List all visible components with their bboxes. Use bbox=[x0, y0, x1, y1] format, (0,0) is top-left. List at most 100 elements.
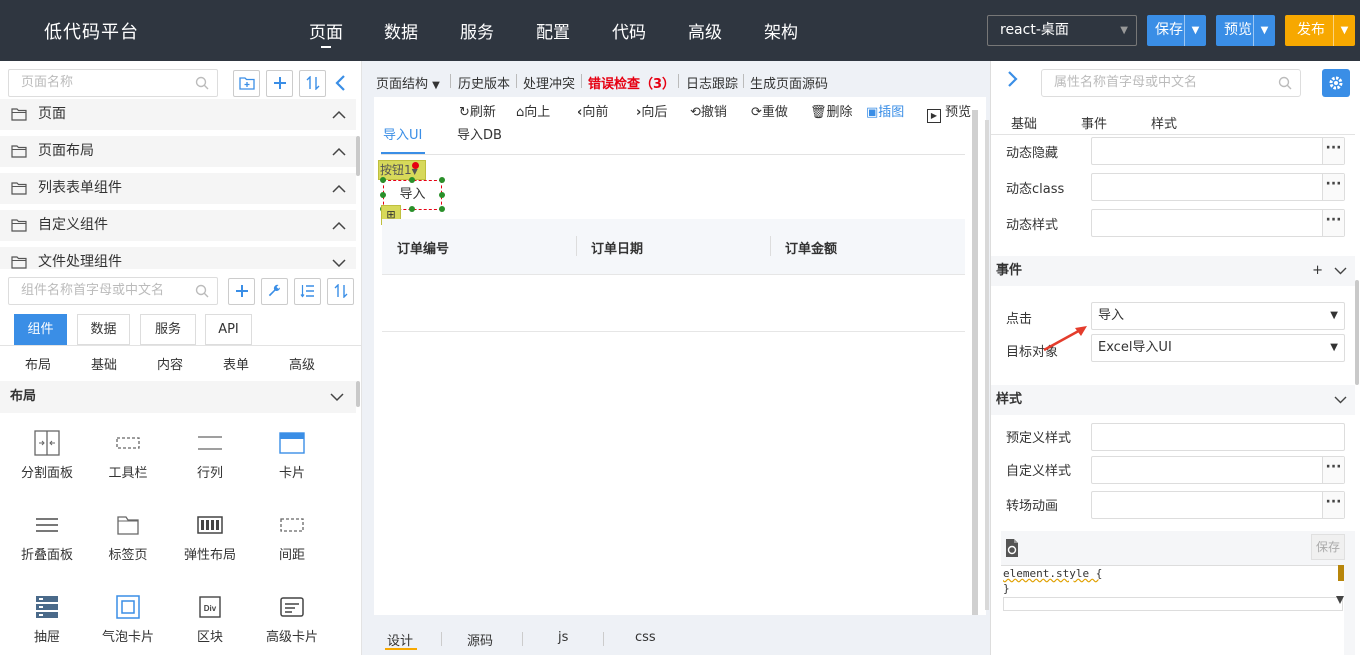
resize-handle[interactable] bbox=[380, 192, 386, 198]
components-scrollbar[interactable] bbox=[356, 381, 360, 407]
tab-events[interactable]: 事件 bbox=[1081, 113, 1107, 132]
save-button[interactable]: 保存 ▼ bbox=[1147, 15, 1206, 46]
more-icon[interactable]: ··· bbox=[1322, 457, 1344, 483]
more-icon[interactable]: ··· bbox=[1322, 138, 1344, 164]
chevron-down-icon[interactable] bbox=[1334, 396, 1347, 404]
component-collapse[interactable]: 折叠面板 bbox=[12, 512, 82, 563]
delete-tool[interactable]: 🗑删除 bbox=[810, 101, 853, 120]
subtab-basic[interactable]: 基础 bbox=[91, 354, 117, 373]
resize-handle[interactable] bbox=[409, 177, 415, 183]
tab-services[interactable]: 服务 bbox=[140, 314, 196, 345]
resize-handle[interactable] bbox=[439, 192, 445, 198]
category-scrollbar[interactable] bbox=[356, 136, 360, 176]
chevron-down-icon[interactable] bbox=[332, 258, 346, 267]
resize-handle[interactable] bbox=[409, 206, 415, 212]
tab-basic[interactable]: 基础 bbox=[1011, 113, 1037, 132]
more-icon[interactable]: ··· bbox=[1322, 174, 1344, 200]
preview-tool[interactable]: ▶ 预览 bbox=[927, 101, 971, 123]
code-file-icon[interactable] bbox=[1002, 538, 1022, 558]
generate-source-link[interactable]: 生成页面源码 bbox=[750, 73, 828, 92]
subtab-layout[interactable]: 布局 bbox=[25, 354, 51, 373]
canvas-scrollbar[interactable] bbox=[985, 120, 989, 610]
add-page-button[interactable] bbox=[266, 70, 293, 97]
tab-api[interactable]: API bbox=[205, 314, 252, 345]
component-div[interactable]: Div 区块 bbox=[175, 594, 245, 645]
dynamic-class-input[interactable]: ··· bbox=[1091, 173, 1345, 201]
table-header-order-no[interactable]: 订单编号 bbox=[397, 238, 449, 257]
chevron-up-icon[interactable] bbox=[332, 147, 346, 156]
add-component-button[interactable] bbox=[228, 278, 255, 305]
chevron-up-icon[interactable] bbox=[332, 110, 346, 119]
wrench-icon[interactable] bbox=[261, 278, 288, 305]
drag-handle[interactable] bbox=[412, 162, 419, 169]
more-icon[interactable]: ··· bbox=[1322, 210, 1344, 236]
history-link[interactable]: 历史版本 bbox=[458, 73, 510, 92]
tab-style[interactable]: 样式 bbox=[1151, 113, 1177, 132]
add-folder-button[interactable] bbox=[233, 70, 260, 97]
layout-section-header[interactable]: 布局 bbox=[0, 381, 356, 413]
forward-tool[interactable]: ‹向前 bbox=[577, 101, 608, 120]
tab-css[interactable]: css bbox=[635, 630, 656, 645]
tab-source[interactable]: 源码 bbox=[467, 630, 493, 649]
conflict-link[interactable]: 处理冲突 bbox=[523, 73, 575, 92]
chevron-down-icon[interactable] bbox=[1334, 267, 1347, 275]
component-card[interactable]: 卡片 bbox=[257, 430, 327, 481]
log-trace-link[interactable]: 日志跟踪 bbox=[686, 73, 738, 92]
tab-js[interactable]: js bbox=[558, 630, 568, 645]
move-up-tool[interactable]: ⌂向上 bbox=[516, 101, 550, 120]
refresh-tool[interactable]: ↻刷新 bbox=[459, 101, 496, 120]
component-row-col[interactable]: 行列 bbox=[175, 430, 245, 481]
component-advanced-card[interactable]: 高级卡片 bbox=[257, 594, 327, 645]
transition-input[interactable]: ··· bbox=[1091, 491, 1345, 519]
style-section-header[interactable]: 样式 bbox=[991, 385, 1355, 415]
subtab-advanced[interactable]: 高级 bbox=[289, 354, 315, 373]
component-flex[interactable]: 弹性布局 bbox=[175, 512, 245, 563]
click-event-select[interactable]: 导入 ▼ bbox=[1091, 302, 1345, 330]
chevron-up-icon[interactable] bbox=[332, 221, 346, 230]
page-search-input[interactable]: 页面名称 bbox=[8, 69, 218, 97]
save-dropdown-icon[interactable]: ▼ bbox=[1184, 15, 1206, 46]
nav-config[interactable]: 配置 bbox=[536, 18, 570, 43]
publish-button[interactable]: 发布 ▼ bbox=[1285, 15, 1355, 46]
category-page[interactable]: 页面 bbox=[0, 99, 356, 130]
order-list-icon[interactable] bbox=[294, 278, 321, 305]
nav-data[interactable]: 数据 bbox=[384, 18, 418, 43]
property-search-input[interactable]: 属性名称首字母或中文名 bbox=[1041, 69, 1301, 97]
properties-scrollbar[interactable] bbox=[1355, 280, 1359, 385]
nav-advanced[interactable]: 高级 bbox=[688, 18, 722, 43]
error-check-link[interactable]: 错误检查（3） bbox=[588, 73, 675, 92]
more-icon[interactable]: ··· bbox=[1322, 492, 1344, 518]
resize-handle[interactable] bbox=[439, 177, 445, 183]
component-split-panel[interactable]: 分割面板 bbox=[12, 430, 82, 481]
target-object-select[interactable]: Excel导入UI ▼ bbox=[1091, 334, 1345, 362]
sort-components-icon[interactable] bbox=[327, 278, 354, 305]
table-header-order-amount[interactable]: 订单金额 bbox=[785, 238, 837, 257]
chevron-up-icon[interactable] bbox=[332, 184, 346, 193]
sort-button[interactable] bbox=[299, 70, 326, 97]
subtab-content[interactable]: 内容 bbox=[157, 354, 183, 373]
table-header-order-date[interactable]: 订单日期 bbox=[591, 238, 643, 257]
resize-handle[interactable] bbox=[380, 177, 386, 183]
page-structure-dropdown[interactable]: 页面结构 ▼ bbox=[376, 73, 440, 92]
category-custom[interactable]: 自定义组件 bbox=[0, 210, 356, 241]
add-event-icon[interactable]: + bbox=[1312, 256, 1323, 286]
component-search-input[interactable]: 组件名称首字母或中文名 bbox=[8, 277, 218, 305]
tab-import-db[interactable]: 导入DB bbox=[457, 124, 502, 143]
predefined-style-input[interactable] bbox=[1091, 423, 1345, 451]
subtab-form[interactable]: 表单 bbox=[223, 354, 249, 373]
component-drawer[interactable]: 抽屉 bbox=[12, 594, 82, 645]
env-select[interactable]: react-桌面 ▼ bbox=[987, 15, 1137, 46]
design-canvas[interactable] bbox=[374, 97, 986, 615]
dynamic-hidden-input[interactable]: ··· bbox=[1091, 137, 1345, 165]
tab-import-ui[interactable]: 导入UI bbox=[383, 124, 422, 143]
category-list-form[interactable]: 列表表单组件 bbox=[0, 173, 356, 204]
publish-dropdown-icon[interactable]: ▼ bbox=[1333, 15, 1355, 46]
custom-style-input[interactable]: ··· bbox=[1091, 456, 1345, 484]
redo-tool[interactable]: ⟳重做 bbox=[751, 101, 788, 120]
nav-service[interactable]: 服务 bbox=[460, 18, 494, 43]
backward-tool[interactable]: ›向后 bbox=[636, 101, 667, 120]
tab-design[interactable]: 设计 bbox=[387, 630, 413, 649]
collapse-left-icon[interactable] bbox=[334, 74, 348, 92]
resize-handle[interactable] bbox=[439, 206, 445, 212]
insert-image-tool[interactable]: ▣插图 bbox=[866, 101, 904, 120]
